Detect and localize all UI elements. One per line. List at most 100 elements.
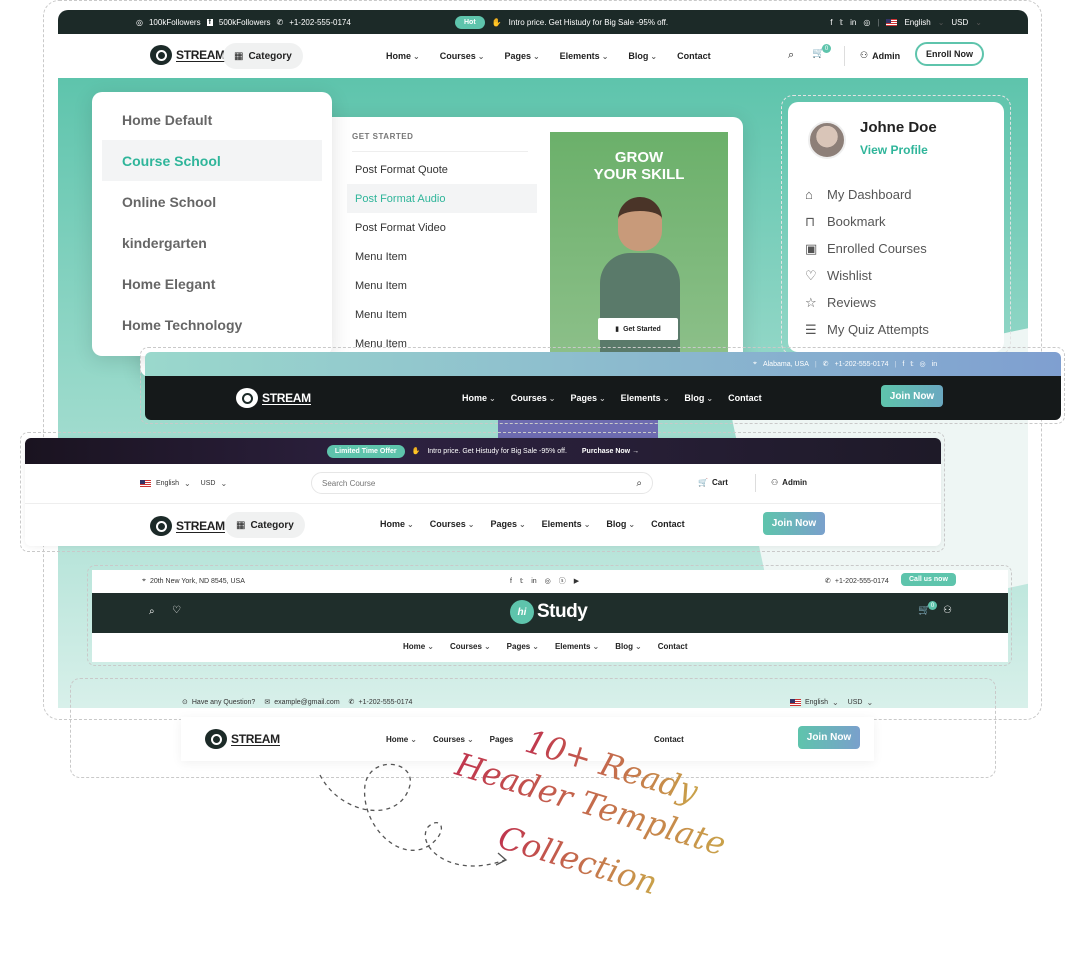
facebook-icon[interactable]: f <box>830 18 832 27</box>
cart-link[interactable]: 🛒 Cart <box>698 478 728 487</box>
facebook-icon[interactable]: f <box>510 578 512 585</box>
twitter-icon[interactable]: 𝕥 <box>520 577 523 585</box>
header3-join-button[interactable]: Join Now <box>763 512 825 535</box>
header5-phone[interactable]: +1-202-555-0174 <box>359 699 413 706</box>
twitter-icon[interactable]: 𝕥 <box>910 360 913 368</box>
header1-logo[interactable]: STREAM <box>150 45 225 65</box>
admin-link[interactable]: ⚇ Admin <box>771 478 807 487</box>
nav-blog[interactable]: Blog ⌄ <box>628 51 657 61</box>
header4-phone[interactable]: +1-202-555-0174 <box>835 578 889 585</box>
instagram-icon[interactable]: ◎ <box>136 18 143 27</box>
wishlist-link[interactable]: ♡ Wishlist <box>805 262 995 289</box>
category-button[interactable]: ▦ Category <box>225 512 305 538</box>
mega-item[interactable]: Menu Item <box>347 242 537 271</box>
header5-email[interactable]: example@gmail.com <box>274 699 339 706</box>
twitter-icon[interactable]: 𝕥 <box>839 18 843 27</box>
header2-logo[interactable]: STREAM <box>236 388 311 408</box>
currency-select[interactable]: USD <box>848 699 863 706</box>
search-bar[interactable]: ⌕ <box>311 472 653 494</box>
linkedin-icon[interactable]: in <box>932 361 937 368</box>
facebook-icon[interactable]: f <box>902 361 904 368</box>
nav-contact[interactable]: Contact <box>651 519 685 529</box>
nav-contact[interactable]: Contact <box>728 393 762 403</box>
admin-link[interactable]: ⚇ Admin <box>860 50 900 61</box>
nav-contact[interactable]: Contact <box>677 51 711 61</box>
user-icon[interactable]: ⚇ <box>943 605 952 616</box>
nav-pages[interactable]: Pages <box>490 735 514 744</box>
mega-item[interactable]: Menu Item <box>347 271 537 300</box>
nav-elements[interactable]: Elements ⌄ <box>555 642 599 651</box>
nav-contact[interactable]: Contact <box>654 735 684 744</box>
nav-blog[interactable]: Blog ⌄ <box>606 519 635 529</box>
nav-home[interactable]: Home ⌄ <box>403 642 434 651</box>
bookmark-link[interactable]: ⊓ Bookmark <box>805 208 995 235</box>
nav-contact[interactable]: Contact <box>658 642 688 651</box>
quiz-attempts-link[interactable]: ☰ My Quiz Attempts <box>805 316 995 343</box>
header3-logo[interactable]: STREAM <box>150 516 225 536</box>
search-input[interactable] <box>322 478 582 488</box>
youtube-icon[interactable]: ▶ <box>574 577 579 585</box>
mega-item[interactable]: Post Format Video <box>347 213 537 242</box>
purchase-link[interactable]: Purchase Now → <box>582 448 639 455</box>
reviews-link[interactable]: ☆ Reviews <box>805 289 995 316</box>
home-menu-item-active[interactable]: Course School <box>102 140 322 181</box>
header2-phone[interactable]: +1-202-555-0174 <box>835 361 889 368</box>
currency-select[interactable]: USD <box>201 480 216 487</box>
instagram-icon[interactable]: ◎ <box>545 577 551 585</box>
header5-topbar: ⊙ Have any Question? ✉ example@gmail.com ✆… <box>182 698 874 707</box>
header5-join-button[interactable]: Join Now <box>798 726 860 749</box>
nav-elements[interactable]: Elements ⌄ <box>560 51 609 61</box>
category-button[interactable]: ▦ Category <box>223 43 303 69</box>
search-icon[interactable]: ⌕ <box>788 49 794 62</box>
header5-logo[interactable]: STREAM <box>205 729 280 749</box>
nav-home[interactable]: Home ⌄ <box>386 735 417 744</box>
currency-select[interactable]: USD <box>951 18 968 27</box>
search-icon[interactable]: ⌕ <box>636 478 642 489</box>
nav-pages[interactable]: Pages ⌄ <box>570 393 605 403</box>
skype-icon[interactable]: ⓢ <box>559 576 566 586</box>
enrolled-courses-link[interactable]: ▣ Enrolled Courses <box>805 235 995 262</box>
nav-courses[interactable]: Courses ⌄ <box>511 393 556 403</box>
nav-blog[interactable]: Blog ⌄ <box>684 393 713 403</box>
mega-item[interactable]: Post Format Quote <box>347 155 537 184</box>
nav-pages[interactable]: Pages ⌄ <box>507 642 539 651</box>
language-select[interactable]: English <box>156 480 179 487</box>
nav-courses[interactable]: Courses ⌄ <box>440 51 485 61</box>
nav-elements[interactable]: Elements ⌄ <box>542 519 591 529</box>
view-profile-link[interactable]: View Profile <box>860 143 928 157</box>
linkedin-icon[interactable]: in <box>850 18 856 27</box>
linkedin-icon[interactable]: in <box>531 578 536 585</box>
home-menu-item[interactable]: Home Default <box>102 99 322 140</box>
histudy-logo[interactable]: hi Study <box>510 600 588 624</box>
home-menu-item[interactable]: Home Technology <box>102 304 322 345</box>
mega-item-active[interactable]: Post Format Audio <box>347 184 537 213</box>
home-menu-item[interactable]: kindergarten <box>102 222 322 263</box>
heart-icon[interactable]: ♡ <box>172 605 181 616</box>
header2-join-button[interactable]: Join Now <box>881 385 943 407</box>
instagram-icon[interactable]: ◎ <box>920 360 926 368</box>
language-select[interactable]: English <box>805 699 828 706</box>
nav-courses[interactable]: Courses ⌄ <box>433 735 474 744</box>
avatar[interactable] <box>808 121 846 159</box>
mega-item[interactable]: Menu Item <box>347 300 537 329</box>
language-select[interactable]: English <box>904 18 930 27</box>
promo-get-started-button[interactable]: ▮ Get Started <box>598 318 678 340</box>
nav-elements[interactable]: Elements ⌄ <box>621 393 670 403</box>
nav-courses[interactable]: Courses ⌄ <box>450 642 491 651</box>
nav-pages[interactable]: Pages ⌄ <box>504 51 539 61</box>
nav-pages[interactable]: Pages ⌄ <box>490 519 525 529</box>
home-menu-item[interactable]: Home Elegant <box>102 263 322 304</box>
nav-home[interactable]: Home ⌄ <box>462 393 496 403</box>
nav-home[interactable]: Home ⌄ <box>380 519 414 529</box>
call-us-button[interactable]: Call us now <box>901 573 956 586</box>
nav-blog[interactable]: Blog ⌄ <box>615 642 641 651</box>
dashboard-link[interactable]: ⌂ My Dashboard <box>805 181 995 208</box>
nav-home[interactable]: Home ⌄ <box>386 51 420 61</box>
home-menu-item[interactable]: Online School <box>102 181 322 222</box>
enroll-button[interactable]: Enroll Now <box>915 42 984 66</box>
instagram-icon[interactable]: ◎ <box>863 18 870 27</box>
header1-phone[interactable]: +1-202-555-0174 <box>289 18 351 27</box>
search-icon[interactable]: ⌕ <box>149 606 155 617</box>
facebook-icon[interactable]: f <box>206 18 213 26</box>
nav-courses[interactable]: Courses ⌄ <box>430 519 475 529</box>
